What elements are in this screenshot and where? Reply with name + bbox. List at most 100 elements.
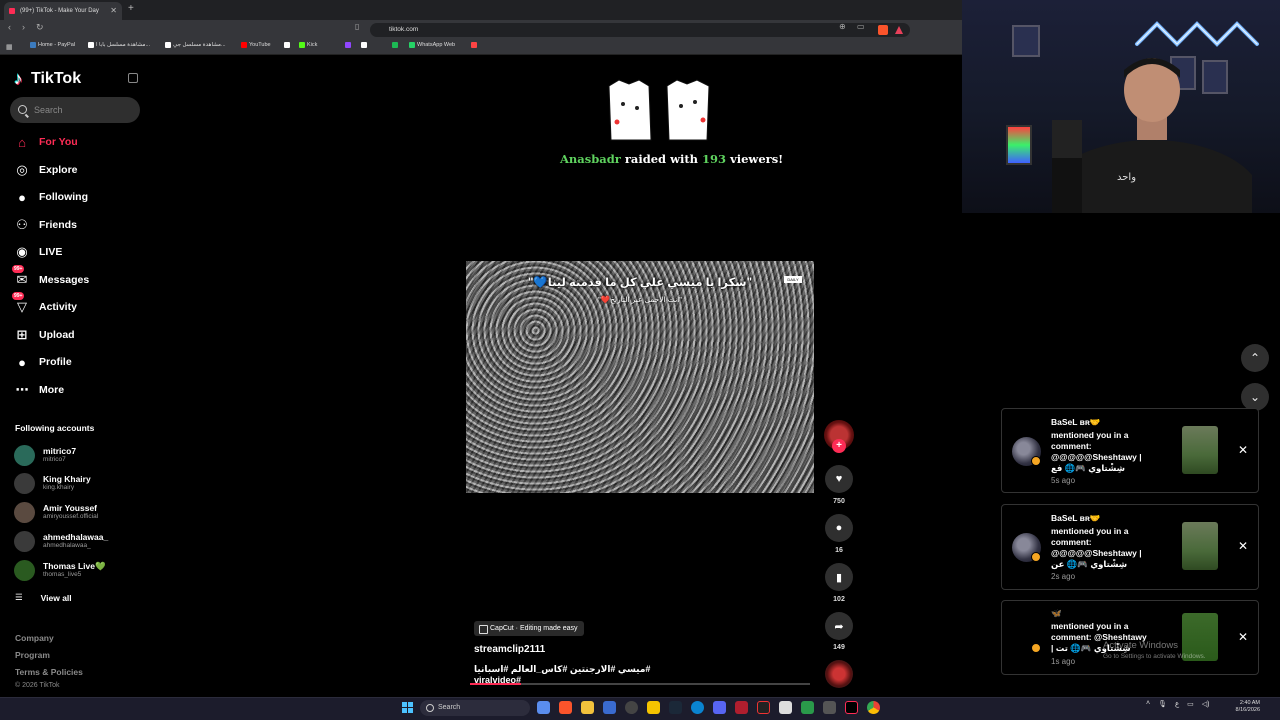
language-indicator[interactable]: ع (1175, 700, 1179, 708)
copilot-icon[interactable] (537, 701, 550, 714)
capcut-anchor-link[interactable]: CapCut · Editing made easy (474, 621, 584, 636)
zoom-icon[interactable]: ⊕ (839, 22, 846, 31)
microphone-icon (1052, 120, 1082, 213)
close-icon[interactable]: ✕ (1238, 630, 1248, 644)
apps-grid-icon[interactable]: ▦ (6, 43, 13, 51)
bookmark-item[interactable]: مشاهدة مسلسل بابا ا... (88, 42, 150, 48)
video-username[interactable]: streamclip2111 (474, 644, 545, 655)
nav-item-live[interactable]: ◉ LIVE (13, 241, 62, 263)
like-button[interactable]: ♥ (825, 465, 853, 493)
following-account-item[interactable]: King Khairy king.khairy (14, 470, 91, 496)
previous-video-button[interactable]: ⌃ (1241, 344, 1269, 372)
search-icon (18, 105, 27, 114)
address-bar[interactable]: tiktok.com (370, 23, 910, 37)
footer-company-link[interactable]: Company (15, 633, 54, 643)
bookmark-item[interactable] (284, 42, 290, 48)
forward-icon[interactable]: › (22, 22, 25, 32)
mic-tray-icon[interactable]: 🎙 (1158, 700, 1167, 708)
edge-icon[interactable] (691, 701, 704, 714)
video-player[interactable]: "شكرا يا ميسي علي كل ما قدمته لينا💙" "ان… (466, 261, 814, 493)
nav-item-friends[interactable]: ⚇ Friends (13, 214, 77, 236)
footer-program-link[interactable]: Program (15, 650, 50, 660)
nav-item-for-you[interactable]: ⌂ For You (13, 131, 78, 153)
chevron-up-icon[interactable]: ˄ (1146, 700, 1150, 708)
save-button[interactable]: ▮ (825, 563, 853, 591)
brave-rewards-icon[interactable] (895, 26, 903, 34)
brave-browser-icon[interactable] (559, 701, 572, 714)
bookmark-icon[interactable]: ▯ (355, 22, 359, 31)
notepad-icon[interactable] (779, 701, 792, 714)
close-tab-icon[interactable]: ✕ (110, 2, 117, 20)
bookmark-item[interactable]: YouTube (241, 42, 271, 48)
bookmark-item[interactable] (392, 42, 398, 48)
bookmark-favicon-icon (88, 42, 94, 48)
bookmark-label: Kick (307, 42, 318, 48)
follow-plus-button[interactable]: + (832, 439, 846, 453)
back-icon[interactable]: ‹ (8, 22, 11, 32)
close-icon[interactable]: ✕ (1238, 539, 1248, 553)
next-video-button[interactable]: ⌄ (1241, 383, 1269, 411)
close-icon[interactable]: ✕ (1238, 443, 1248, 457)
tiktok-taskbar-icon[interactable] (845, 701, 858, 714)
notification-toast[interactable]: BaSeL ʙʀ🤝 mentioned you in a comment: @@… (1001, 408, 1259, 493)
comment-button[interactable]: ● (825, 514, 853, 542)
volume-icon[interactable]: ◁) (1202, 700, 1210, 708)
video-caption-line2: "انت الأجمل عبر التاريخ❤️" (598, 295, 682, 304)
file-explorer-icon[interactable] (581, 701, 594, 714)
account-handle: amiryoussef.official (43, 513, 99, 520)
discord-icon[interactable] (713, 701, 726, 714)
bookmark-item[interactable]: Kick (299, 42, 317, 48)
nav-item-explore[interactable]: ◎ Explore (13, 159, 77, 181)
reload-icon[interactable]: ↻ (36, 22, 44, 33)
video-hashtags[interactable]: #ميسي #الارجنتين #كاس_العالم #اسبانيا #v… (474, 664, 674, 685)
taskbar-clock[interactable]: 2:40 AM 8/16/2026 (1226, 700, 1260, 714)
obs-icon[interactable] (625, 701, 638, 714)
share-button[interactable]: ➦ (825, 612, 853, 640)
video-progress-bar[interactable] (470, 683, 810, 685)
notification-toast[interactable]: 🦋 mentioned you in a comment: @Sheshtawy… (1001, 600, 1259, 675)
browser-tab[interactable]: (99+) TikTok - Make Your Day ✕ (4, 2, 122, 20)
collapse-sidebar-icon[interactable] (128, 73, 138, 83)
nav-item-profile[interactable]: ● Profile (13, 351, 72, 373)
adobe-icon[interactable] (757, 701, 770, 714)
app-icon[interactable] (801, 701, 814, 714)
nav-label: More (39, 383, 65, 396)
bookmark-item[interactable]: Home - PayPal (30, 42, 75, 48)
windows-start-icon[interactable] (402, 702, 413, 713)
nav-item-messages[interactable]: ✉ 99+ Messages (12, 264, 89, 291)
taskbar-search-input[interactable]: Search (420, 700, 530, 716)
chrome-icon[interactable] (867, 701, 880, 714)
brave-shield-icon[interactable] (878, 25, 888, 35)
music-disc-icon[interactable] (825, 660, 853, 688)
nav-item-more[interactable]: ⋯ More (13, 379, 65, 401)
search-input[interactable]: Search (10, 97, 140, 123)
new-tab-button[interactable]: + (128, 3, 134, 14)
bookmark-item[interactable]: مشاهدة مسلسل جي... (165, 42, 226, 48)
store-icon[interactable] (603, 701, 616, 714)
activate-windows-watermark: Activate Windows Go to Settings to activ… (1103, 640, 1206, 662)
cast-icon[interactable]: ▭ (857, 22, 865, 31)
nav-item-activity[interactable]: ▽ 99+ Activity (12, 292, 77, 318)
following-account-item[interactable]: Amir Youssef amiryoussef.official (14, 499, 98, 525)
tiktok-logo[interactable]: TikTok (14, 69, 81, 89)
bookmark-item[interactable]: WhatsApp Web (409, 42, 455, 48)
app-icon[interactable] (823, 701, 836, 714)
notes-app-icon[interactable] (647, 701, 660, 714)
avatar (14, 530, 35, 552)
following-account-item[interactable]: mitrico7 mitrico7 (14, 442, 76, 468)
bookmark-favicon-icon (284, 42, 290, 48)
system-tray[interactable]: ˄ 🎙 ع ▭ ◁) (1146, 700, 1210, 708)
nav-item-upload[interactable]: ⊞ Upload (13, 324, 75, 346)
view-all-button[interactable]: ☰ View all (15, 592, 72, 603)
network-icon[interactable]: ▭ (1187, 700, 1194, 708)
bookmark-item[interactable] (345, 42, 351, 48)
following-account-item[interactable]: ahmedhalawaa_ ahmedhalawaa_ (14, 528, 108, 554)
footer-terms-link[interactable]: Terms & Policies (15, 667, 83, 677)
bookmark-item[interactable] (361, 42, 367, 48)
notification-toast[interactable]: BaSeL ʙʀ🤝 mentioned you in a comment: @@… (1001, 504, 1259, 590)
app-icon[interactable] (735, 701, 748, 714)
following-account-item[interactable]: Thomas Live💚 thomas_live5 (14, 557, 106, 583)
steam-icon[interactable] (669, 701, 682, 714)
bookmark-item[interactable] (471, 42, 477, 48)
nav-item-following[interactable]: ● Following (13, 186, 88, 208)
